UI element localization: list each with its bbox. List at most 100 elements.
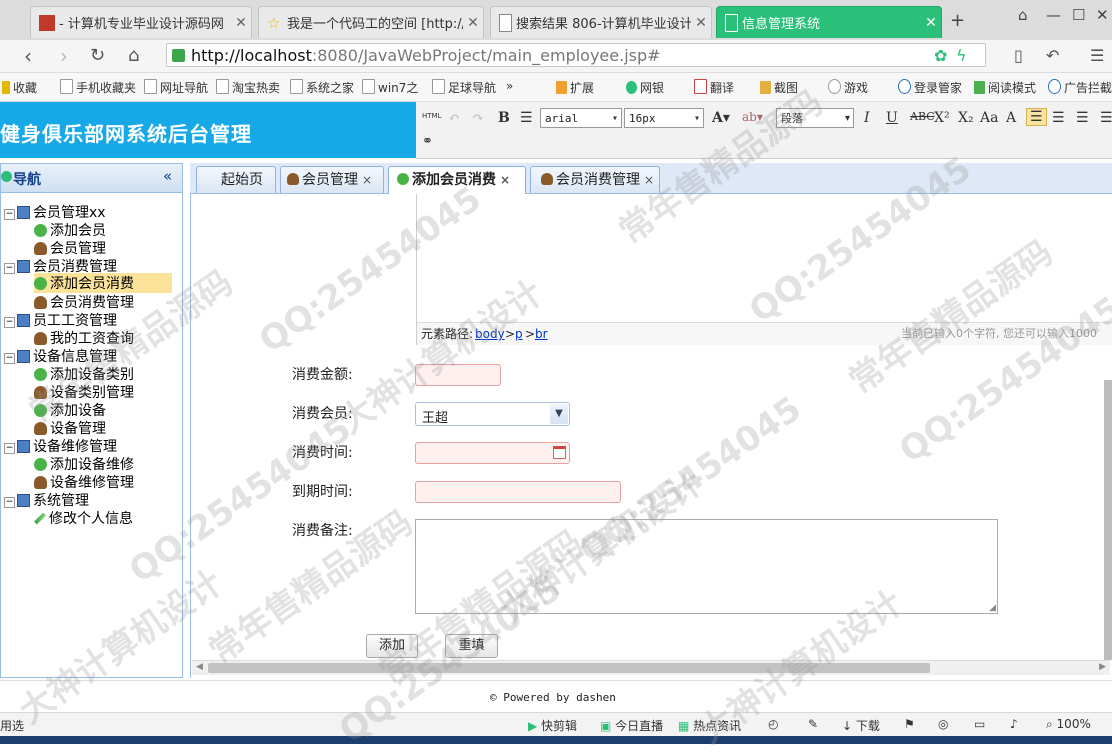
bookmark-item[interactable]: 系统之家: [290, 79, 354, 96]
rich-text-editor-body[interactable]: [416, 194, 1112, 323]
status-item[interactable]: ▶ 快剪辑: [528, 717, 577, 734]
status-item[interactable]: ▣ 今日直播: [600, 717, 663, 734]
bookmarks-overflow[interactable]: »: [506, 79, 513, 93]
superscript-icon[interactable]: X²: [934, 110, 950, 126]
tree-item-repair-manage[interactable]: 设备维修管理: [34, 472, 134, 492]
format-painter-icon[interactable]: A: [1006, 110, 1016, 126]
bookmark-item[interactable]: 收藏: [2, 79, 37, 96]
speed-icon[interactable]: ◴: [768, 717, 778, 731]
flag-icon[interactable]: ⚑: [904, 717, 915, 731]
status-item[interactable]: ↓ 下载: [842, 717, 880, 734]
html-source-button[interactable]: HTML: [422, 112, 441, 120]
underline-icon[interactable]: U: [886, 110, 898, 126]
align-right-icon[interactable]: ☰: [1076, 110, 1089, 126]
time-input[interactable]: [415, 442, 570, 464]
calendar-icon[interactable]: [553, 446, 566, 459]
font-family-select[interactable]: arial: [540, 108, 622, 129]
tab-member-manage[interactable]: 会员管理 ×: [280, 166, 384, 193]
tree-group-member[interactable]: − 会员管理xx: [4, 202, 106, 222]
bookmark-item[interactable]: 游戏: [828, 79, 868, 96]
italic-icon[interactable]: I: [864, 110, 870, 126]
paragraph-select[interactable]: 段落: [776, 108, 854, 129]
bookmark-item[interactable]: 截图: [760, 79, 798, 96]
url-field[interactable]: http://localhost:8080/JavaWebProject/mai…: [166, 43, 986, 67]
note-textarea[interactable]: ◢: [415, 519, 998, 614]
scroll-left-icon[interactable]: ◀: [196, 662, 203, 672]
tree-group-system[interactable]: − 系统管理: [4, 490, 89, 510]
phone-icon[interactable]: ▯: [1014, 46, 1023, 65]
bookmark-item[interactable]: 足球导航: [432, 79, 496, 96]
bookmark-item[interactable]: 广告拦截: [1048, 79, 1112, 96]
expand-icon[interactable]: −: [4, 353, 15, 364]
lightning-icon[interactable]: ϟ: [956, 46, 967, 65]
close-icon[interactable]: ✕: [921, 15, 941, 31]
expand-icon[interactable]: −: [4, 317, 15, 328]
expand-icon[interactable]: −: [4, 263, 15, 274]
tab-consume-manage[interactable]: 会员消费管理 ×: [530, 166, 660, 193]
bookmark-item[interactable]: 淘宝热卖: [216, 79, 280, 96]
close-window-icon[interactable]: ✕: [1096, 6, 1109, 24]
collapse-icon[interactable]: «: [163, 167, 172, 185]
close-icon[interactable]: ✕: [231, 15, 251, 31]
tree-item-member-manage[interactable]: 会员管理: [34, 238, 106, 258]
bookmark-item[interactable]: 网址导航: [144, 79, 208, 96]
tab-close-icon[interactable]: ×: [362, 173, 372, 187]
bookmark-item[interactable]: 阅读模式: [974, 79, 1036, 96]
bookmark-item[interactable]: 手机收藏夹: [60, 79, 136, 96]
status-item[interactable]: ▦ 热点资讯: [678, 717, 741, 734]
window-icon[interactable]: ▭: [974, 717, 985, 731]
submit-button[interactable]: 添加: [366, 634, 418, 658]
bookmark-item[interactable]: 登录管家: [898, 79, 962, 96]
member-select[interactable]: 王超 ▼: [415, 402, 570, 426]
format-icon[interactable]: ☰: [520, 110, 533, 126]
bold-icon[interactable]: B: [498, 110, 510, 126]
scroll-right-icon[interactable]: ▶: [1099, 662, 1106, 672]
tree-item-add-repair[interactable]: 添加设备维修: [34, 454, 134, 474]
undo-icon[interactable]: ↶: [1046, 46, 1059, 65]
tree-item-add-device[interactable]: 添加设备: [34, 400, 106, 420]
bookmark-item[interactable]: 扩展: [556, 79, 594, 96]
status-item[interactable]: ⌕ 100%: [1046, 717, 1091, 732]
align-justify-icon[interactable]: ☰: [1100, 110, 1112, 126]
browser-tab-active[interactable]: 信息管理系统 ✕: [716, 6, 942, 38]
close-icon[interactable]: ✕: [463, 15, 483, 31]
browser-tab-3[interactable]: 搜索结果 806-计算机毕业设计 ✕: [490, 6, 712, 38]
tree-item-edit-profile[interactable]: 修改个人信息: [33, 508, 133, 528]
forward-icon[interactable]: ›: [60, 44, 68, 68]
clear-format-icon[interactable]: Aa: [980, 110, 998, 126]
tree-item-device-manage[interactable]: 设备管理: [34, 418, 106, 438]
browser-tab-2[interactable]: ☆ 我是一个代码工的空间 [http://2 ✕: [258, 6, 484, 38]
tree-group-salary[interactable]: − 员工工资管理: [4, 310, 117, 330]
reset-button[interactable]: 重填: [445, 634, 498, 658]
tree-item-add-device-type[interactable]: 添加设备类别: [34, 364, 134, 384]
tab-close-icon[interactable]: ×: [500, 173, 510, 187]
path-p[interactable]: p: [515, 323, 523, 345]
resize-handle-icon[interactable]: ◢: [989, 603, 996, 613]
tab-close-icon[interactable]: ×: [644, 173, 654, 187]
maximize-icon[interactable]: ☐: [1072, 6, 1085, 24]
chevron-down-icon[interactable]: ▼: [550, 404, 568, 424]
redo-icon[interactable]: ↷: [472, 110, 484, 126]
strikethrough-icon[interactable]: ABC: [910, 110, 935, 123]
new-tab-button[interactable]: +: [950, 10, 965, 31]
tree-group-repair[interactable]: − 设备维修管理: [4, 436, 117, 456]
tree-item-my-salary[interactable]: 我的工资查询: [34, 328, 134, 348]
back-icon[interactable]: ‹: [24, 44, 32, 68]
minimize-icon[interactable]: —: [1046, 6, 1061, 24]
browser-tab-1[interactable]: - 计算机专业毕业设计源码网 ✕: [30, 6, 252, 38]
bookmark-item[interactable]: 网银: [626, 79, 664, 96]
subscript-icon[interactable]: X₂: [958, 110, 974, 126]
browser-icon[interactable]: ◎: [938, 717, 948, 731]
align-center-icon[interactable]: ☰: [1052, 110, 1065, 126]
tab-home[interactable]: 起始页: [196, 166, 276, 193]
font-size-select[interactable]: 16px: [624, 108, 704, 129]
undo-icon[interactable]: ↶: [448, 110, 460, 126]
tree-item-consume-manage[interactable]: 会员消费管理: [34, 292, 134, 312]
expire-input[interactable]: [415, 481, 621, 503]
link-icon[interactable]: ⚭: [422, 134, 433, 149]
menu-icon[interactable]: ☰: [1090, 46, 1104, 65]
bookmark-item[interactable]: win7之: [362, 79, 418, 96]
path-body[interactable]: body: [475, 323, 505, 345]
horizontal-scrollbar[interactable]: ◀ ▶: [192, 660, 1110, 675]
font-color-icon[interactable]: A▾: [712, 110, 730, 126]
